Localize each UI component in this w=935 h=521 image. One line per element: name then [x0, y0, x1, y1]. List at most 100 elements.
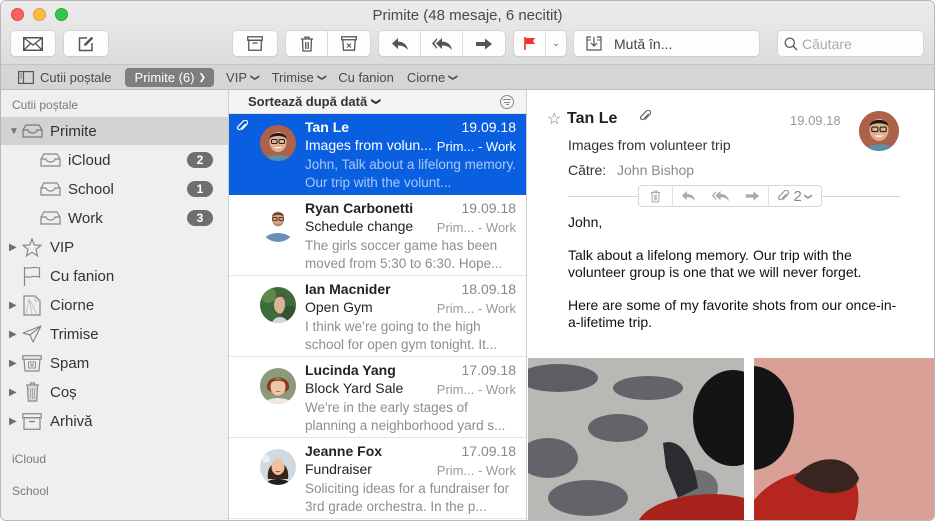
message-row[interactable]: Jeanne Fox 17.09.18 Fundraiser Prim... -…: [229, 438, 526, 519]
message-mailbox: Prim... - Work: [436, 139, 516, 154]
sidebar-item-inbox[interactable]: ▼ Primite: [1, 117, 228, 145]
sidebar-label: School: [68, 180, 114, 198]
chevron-down-icon: ⌄: [552, 38, 560, 48]
body-paragraph: Talk about a lifelong memory. Our trip w…: [568, 247, 862, 280]
sidebar-item-archive[interactable]: ▶ Arhivă: [1, 407, 228, 435]
favorite-drafts[interactable]: Ciorne ❯: [407, 70, 459, 85]
message-row[interactable]: Lucinda Yang 17.09.18 Block Yard Sale Pr…: [229, 357, 526, 438]
avatar: [260, 449, 296, 485]
viewer-subject: Images from volunteer trip: [568, 137, 731, 153]
disclosure-triangle-icon[interactable]: ▶: [9, 416, 17, 427]
message-row[interactable]: Ryan Carbonetti 19.09.18 Schedule change…: [229, 195, 526, 276]
junk-icon: [22, 354, 42, 372]
message-mailbox: Prim... - Work: [436, 301, 516, 316]
forward-icon[interactable]: [745, 190, 760, 202]
sort-button[interactable]: Sortează după dată ❯: [248, 94, 381, 109]
viewer-sender: Tan Le: [567, 110, 618, 127]
sidebar-item-school[interactable]: School 1: [1, 175, 228, 203]
favorite-flagged[interactable]: Cu fanion: [338, 70, 394, 85]
archive-button[interactable]: [233, 31, 277, 56]
flag-button[interactable]: [514, 31, 546, 56]
inbox-icon: [40, 182, 61, 196]
sidebar-icon: [18, 70, 34, 84]
sidebar-item-flagged[interactable]: Cu fanion: [1, 262, 228, 290]
section-header-school[interactable]: School: [12, 484, 49, 498]
sidebar-item-trash[interactable]: ▶ Coș: [1, 378, 228, 406]
message-preview: I think we’re going to the high school f…: [305, 319, 498, 352]
get-mail-button[interactable]: [11, 31, 55, 56]
disclosure-triangle-icon[interactable]: ▶: [9, 358, 17, 369]
reply-all-icon[interactable]: [711, 190, 730, 202]
search-input[interactable]: [802, 35, 912, 52]
favorite-label: VIP: [226, 69, 248, 85]
sidebar-item-junk[interactable]: ▶ Spam: [1, 349, 228, 377]
message-body: John, Talk about a lifelong memory. Our …: [568, 214, 908, 347]
message-row[interactable]: Ian Macnider 18.09.18 Open Gym Prim... -…: [229, 276, 526, 357]
sidebar-item-work[interactable]: Work 3: [1, 204, 228, 232]
delete-button[interactable]: [286, 31, 328, 56]
favorite-vip[interactable]: VIP ❯: [226, 69, 260, 85]
inbox-icon: [40, 153, 61, 167]
body-paragraph: Here are some of my favorite shots from …: [568, 297, 897, 330]
reply-button[interactable]: [379, 31, 421, 56]
viewer-date: 19.09.18: [790, 113, 841, 128]
inbox-icon: [22, 124, 43, 138]
message-list-header: Sortează după dată ❯: [229, 90, 526, 114]
compose-button[interactable]: [64, 31, 108, 56]
favorite-sent[interactable]: Trimise ❯: [271, 69, 327, 85]
search-field[interactable]: [778, 31, 923, 56]
attached-photo[interactable]: [754, 358, 934, 520]
message-mailbox: Prim... - Work: [436, 463, 516, 478]
junk-button[interactable]: [328, 31, 370, 56]
avatar: [260, 125, 296, 161]
message-row[interactable]: Tan Le 19.09.18 Images from volun... Pri…: [229, 114, 526, 195]
forward-icon: [476, 38, 492, 49]
reply-all-button[interactable]: [421, 31, 463, 56]
message-sender: Ryan Carbonetti: [305, 200, 414, 216]
favorite-inbox[interactable]: Primite (6) ❯: [124, 67, 215, 87]
move-to-icon: [586, 36, 602, 51]
disclosure-triangle-icon[interactable]: ▶: [9, 329, 17, 340]
sidebar-item-vip[interactable]: ▶ VIP: [1, 233, 228, 261]
show-mailboxes-button[interactable]: Cutii poștale: [18, 70, 112, 85]
avatar: [260, 206, 296, 242]
mailboxes-label: Cutii poștale: [40, 69, 112, 85]
message-sender: Ian Macnider: [305, 281, 391, 297]
sidebar-label: Ciorne: [50, 296, 95, 314]
message-preview: John, Talk about a lifelong memory. Our …: [305, 157, 517, 190]
window-title: Primite (48 mesaje, 6 necitit): [372, 7, 563, 24]
message-subject: Open Gym: [305, 299, 373, 315]
reply-forward-group: [379, 31, 505, 56]
forward-button[interactable]: [463, 31, 505, 56]
attachments-button[interactable]: 2 ❯: [769, 186, 821, 206]
favorite-label: Trimise: [271, 69, 314, 85]
section-header-icloud[interactable]: iCloud: [12, 452, 46, 466]
sidebar-label: Arhivă: [50, 412, 93, 430]
disclosure-triangle-icon[interactable]: ▶: [9, 387, 17, 398]
reply-icon[interactable]: [681, 190, 696, 202]
star-icon[interactable]: ☆: [547, 109, 561, 129]
move-to-button[interactable]: Mută în...: [574, 31, 759, 56]
disclosure-triangle-icon[interactable]: ▶: [9, 300, 17, 311]
message-date: 19.09.18: [461, 200, 517, 216]
filter-icon[interactable]: [500, 95, 514, 109]
flag-menu-button[interactable]: ⌄: [546, 31, 566, 56]
sidebar-item-sent[interactable]: ▶ Trimise: [1, 320, 228, 348]
sidebar-item-icloud[interactable]: iCloud 2: [1, 146, 228, 174]
attachment-icon: [778, 189, 790, 200]
sidebar-label: Work: [68, 209, 103, 227]
sidebar-label: VIP: [50, 238, 75, 256]
unread-badge: 3: [187, 210, 213, 226]
disclosure-triangle-open-icon[interactable]: ▼: [9, 126, 19, 137]
disclosure-triangle-icon[interactable]: ▶: [9, 242, 17, 253]
mail-window: Primite (48 mesaje, 6 necitit) ⌄ Mută în…: [0, 0, 935, 521]
attached-photo[interactable]: [528, 358, 744, 520]
delete-button[interactable]: [639, 186, 673, 206]
sidebar-item-drafts[interactable]: ▶ Ciorne: [1, 291, 228, 319]
compose-icon: [78, 36, 94, 51]
unread-badge: 2: [187, 152, 213, 168]
recipient[interactable]: John Bishop: [617, 162, 694, 178]
message-preview: The girls soccer game has been moved fro…: [305, 238, 503, 271]
body-paragraph: John,: [568, 214, 603, 230]
message-sender: Jeanne Fox: [305, 443, 383, 459]
